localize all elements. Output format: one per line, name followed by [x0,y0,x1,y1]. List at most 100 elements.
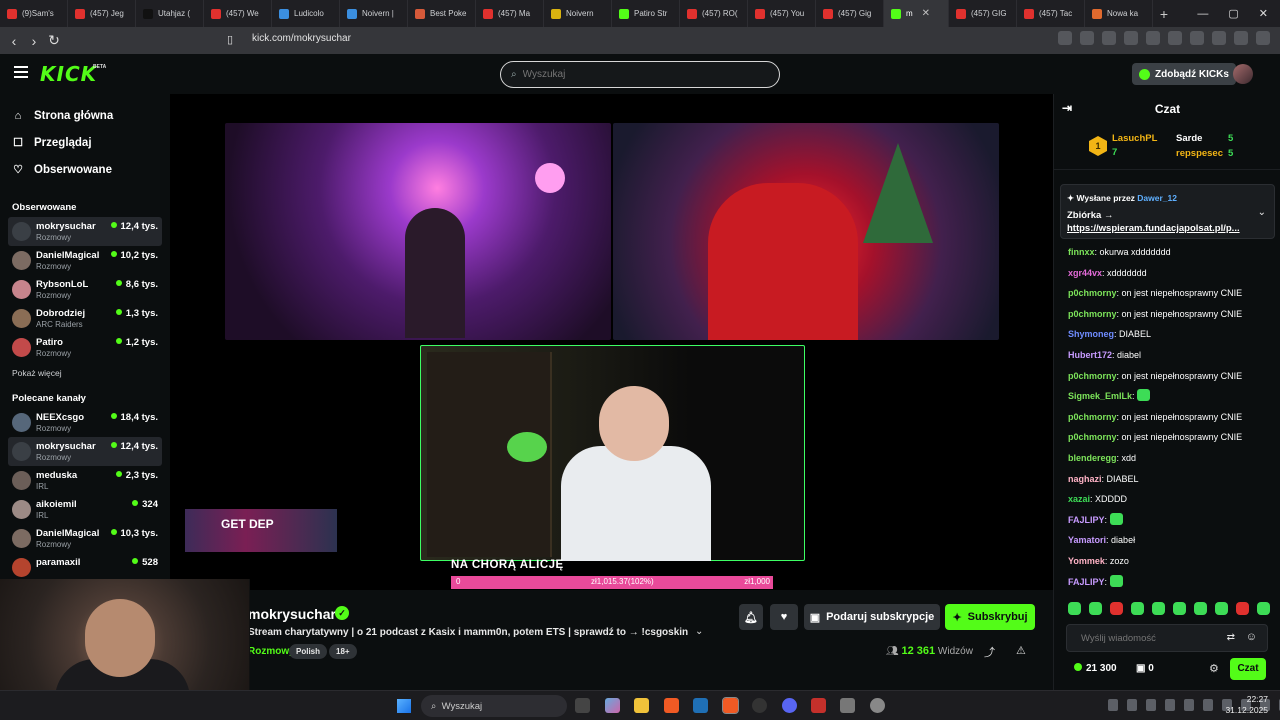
taskbar-search[interactable]: ⌕ Wyszukaj [421,695,567,717]
channel-points[interactable]: 21 300 [1074,663,1117,674]
emote-icon[interactable] [1110,602,1123,615]
bookmark-icon[interactable]: ▯ [220,33,240,46]
close-tab-icon[interactable]: ✕ [922,8,930,19]
hamburger-menu-icon[interactable] [14,66,28,78]
stream-category[interactable]: Rozmowy [248,646,295,657]
sidebar-channel[interactable]: Dobrodziej ARC Raiders 1,3 tys. [8,304,162,333]
browser-tab[interactable]: Noivern | [340,0,408,27]
sidebar-channel[interactable]: meduska IRL 2,3 tys. [8,466,162,495]
browser-tab[interactable]: m ✕ [884,0,949,27]
extension-icon[interactable] [1234,31,1248,45]
sidebar-channel[interactable]: aikoiemil IRL 324 [8,495,162,524]
extension-icon[interactable] [1190,31,1204,45]
kick-logo[interactable]: KICK [40,62,97,86]
chat-username[interactable]: xazai [1068,494,1090,504]
browser-tab[interactable]: Best Poke [408,0,476,27]
chat-username[interactable]: p0chmorny [1068,371,1117,381]
chat-username[interactable]: xgr44vx [1068,268,1102,278]
emote-icon[interactable] [1089,602,1102,615]
browser-tab[interactable]: Nowa ka [1085,0,1153,27]
gift-subs-button[interactable]: ▣ Podaruj subskrypcje [804,604,940,630]
chat-username[interactable]: FAJLIPY [1068,515,1105,525]
chat-username[interactable]: Hubert172 [1068,350,1112,360]
browser-tab[interactable]: (457) Tac [1017,0,1085,27]
browser-tab[interactable]: (9)Sam's [0,0,68,27]
extension-icon[interactable] [1146,31,1160,45]
notifications-button[interactable]: 🔔︎ [739,604,763,630]
emote-icon[interactable] [1173,602,1186,615]
tray-icon[interactable] [1108,699,1118,711]
user-avatar[interactable] [1233,64,1253,84]
chat-username[interactable]: FAJLIPY [1068,577,1105,587]
sidebar-channel[interactable]: DanielMagical Rozmowy 10,2 tys. [8,246,162,275]
leader-name[interactable]: LasuchPL [1112,133,1157,144]
chat-username[interactable]: p0chmorny [1068,309,1117,319]
url-field[interactable]: kick.com/mokrysuchar [252,33,351,44]
get-kicks-button[interactable]: Zdobądź KICKs [1132,63,1236,85]
clock[interactable]: 22:27 31.12.2025 [1225,694,1268,716]
emote-icon[interactable] [1194,602,1207,615]
discord-icon[interactable] [782,698,797,713]
browser-tab[interactable]: Patiro Str [612,0,680,27]
chat-input[interactable] [1081,632,1221,644]
settings-app-icon[interactable] [870,698,885,713]
chat-username[interactable]: finnxx [1068,247,1095,257]
back-icon[interactable]: ‹ [4,33,24,49]
follow-button[interactable]: ♥ [770,604,798,630]
leader-name[interactable]: Sarde [1176,133,1202,144]
browser-tab[interactable]: (457) We [204,0,272,27]
sidebar-nav-item[interactable]: ⌂ Strona główna [0,102,170,129]
chat-input-box[interactable]: ⇄ ☺ [1066,624,1268,652]
tray-icon[interactable] [1165,699,1175,711]
chevron-down-icon[interactable]: ⌄ [1258,207,1266,218]
browser-tab[interactable]: (457) You [748,0,816,27]
browser-tab[interactable]: Noivern [544,0,612,27]
chat-username[interactable]: Sigmek_EmILk [1068,391,1132,401]
browser-tab[interactable]: Utahjaz ( [136,0,204,27]
sidebar-channel[interactable]: RybsonLoL Rozmowy 8,6 tys. [8,275,162,304]
emote-icon[interactable] [1068,602,1081,615]
browser-tab[interactable]: (457) GIG [949,0,1017,27]
calculator-icon[interactable] [840,698,855,713]
extension-icon[interactable] [1124,31,1138,45]
browser-tab[interactable]: (457) RO( [680,0,748,27]
gear-icon[interactable]: ⚙ [1209,662,1219,675]
chat-username[interactable]: naghazi [1068,474,1102,484]
chat-username[interactable]: blenderegg [1068,453,1117,463]
chat-username[interactable]: p0chmorny [1068,412,1117,422]
sidebar-channel[interactable]: mokrysuchar Rozmowy 12,4 tys. [8,437,162,466]
collapse-chat-icon[interactable]: ⇥ [1062,101,1072,115]
search-input[interactable] [522,69,753,80]
chevron-down-icon[interactable]: ⌄ [695,626,703,637]
reload-icon[interactable]: ↻ [44,32,64,49]
extension-icon[interactable] [1212,31,1226,45]
chat-username[interactable]: Shymoneg [1068,329,1114,339]
browser-tab[interactable]: Ludicolo [272,0,340,27]
tag-age[interactable]: 18+ [329,644,357,659]
sidebar-channel[interactable]: Patiro Rozmowy 1,2 tys. [8,333,162,362]
chest-count[interactable]: ▣ 0 [1136,663,1154,674]
sidebar-channel[interactable]: mokrysuchar Rozmowy 12,4 tys. [8,217,162,246]
minimize-button[interactable]: — [1197,8,1208,20]
send-chat-button[interactable]: Czat [1230,658,1266,680]
pinned-link[interactable]: https://wspieram.fundacjapolsat.pl/p... [1067,223,1247,234]
file-explorer-icon[interactable] [634,698,649,713]
forward-icon[interactable]: › [24,33,44,49]
maximize-button[interactable]: ▢ [1228,7,1238,20]
sidebar-nav-item[interactable]: ☐ Przeglądaj [0,129,170,156]
copilot-icon[interactable] [605,698,620,713]
browser-tab[interactable]: (457) Jeg [68,0,136,27]
task-view-icon[interactable] [575,698,590,713]
chat-username[interactable]: p0chmorny [1068,432,1117,442]
brave-active-icon[interactable] [722,697,739,714]
emote-icon[interactable] [1257,602,1270,615]
sidebar-channel[interactable]: NEEXcsgo Rozmowy 18,4 tys. [8,408,162,437]
extension-icon[interactable] [1102,31,1116,45]
emote-icon[interactable] [1152,602,1165,615]
tray-icon[interactable] [1184,699,1194,711]
vivaldi-icon[interactable] [811,698,826,713]
sidebar-nav-item[interactable]: ♡ Obserwowane [0,156,170,183]
emote-icon[interactable] [1215,602,1228,615]
new-tab-button[interactable]: + [1153,6,1175,22]
chat-username[interactable]: p0chmorny [1068,288,1117,298]
